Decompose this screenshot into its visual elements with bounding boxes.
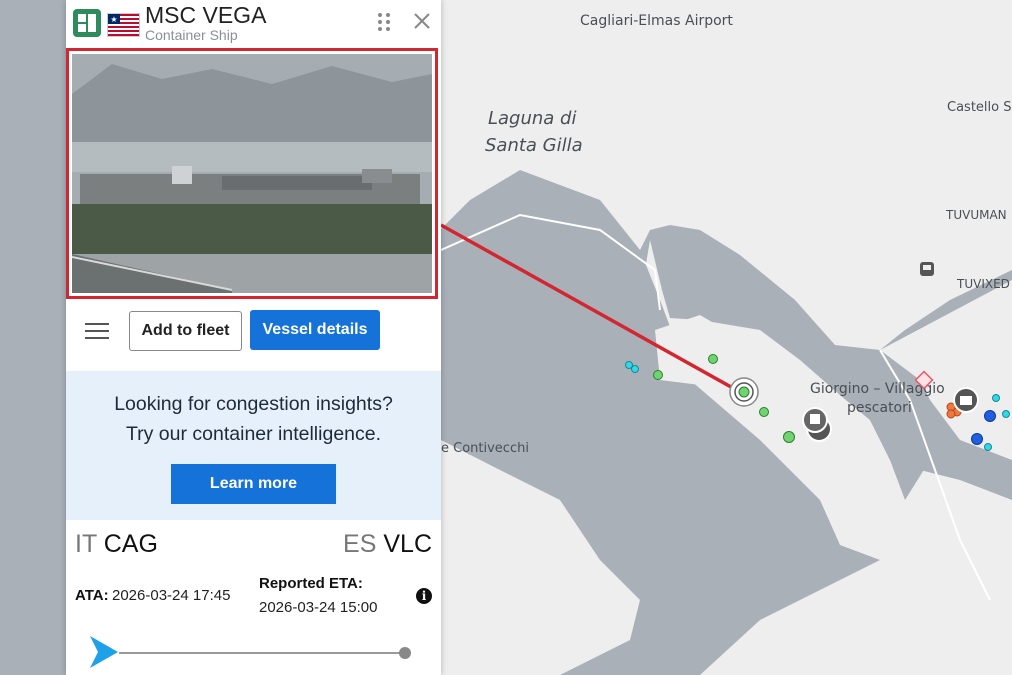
- departure-port: IT CAG: [75, 530, 158, 559]
- vessel-marker: [708, 354, 718, 364]
- vessel-marker: [759, 407, 769, 417]
- svg-text:★: ★: [110, 15, 117, 24]
- map-label-contivecchi: e Contivecchi: [441, 441, 529, 456]
- destination-port: ES VLC: [343, 530, 432, 559]
- close-icon[interactable]: [412, 11, 432, 31]
- map-label-pescatori: pescatori: [847, 400, 912, 416]
- learn-more-button[interactable]: Learn more: [171, 464, 336, 504]
- departure-country: IT: [75, 530, 97, 558]
- train-station-icon[interactable]: [920, 262, 934, 276]
- map-label-airport: Cagliari-Elmas Airport: [580, 13, 733, 29]
- vessel-marker: [783, 431, 795, 443]
- vessel-marker: [631, 365, 639, 373]
- map-label-tuvixed: TUVIXED: [956, 277, 1010, 291]
- vessel-marker: [984, 410, 996, 422]
- destination-country: ES: [343, 530, 377, 558]
- departure-port-code: CAG: [103, 530, 158, 558]
- ata-label: ATA:: [75, 587, 109, 604]
- vessel-info-panel: ★ MSC VEGA Container Ship Add to fleet V…: [66, 0, 441, 675]
- app-logo-icon[interactable]: [73, 9, 101, 37]
- add-to-fleet-button[interactable]: Add to fleet: [129, 311, 242, 351]
- promo-line-1: Looking for congestion insights?: [114, 393, 393, 415]
- liberia-flag-icon: ★: [107, 13, 140, 37]
- vessel-photo-frame[interactable]: [66, 48, 438, 299]
- promo-line-2: Try our container intelligence.: [125, 423, 382, 445]
- destination-port-code: VLC: [383, 530, 432, 558]
- map-label-santa-gilla: Santa Gilla: [485, 135, 583, 156]
- hamburger-menu-icon[interactable]: [85, 321, 109, 339]
- vessel-marker: [984, 443, 992, 451]
- ata-value: 2026-03-24 17:45: [112, 587, 231, 604]
- vessel-marker: [946, 409, 956, 419]
- port-cluster-icon[interactable]: [953, 387, 979, 413]
- voyage-progress-track: [119, 652, 404, 654]
- eta-label: Reported ETA:: [259, 575, 363, 592]
- selected-vessel-marker[interactable]: [729, 377, 759, 407]
- vessel-photo[interactable]: [72, 54, 432, 293]
- vessel-marker: [992, 394, 1000, 402]
- vessel-marker: [1002, 410, 1010, 418]
- map-label-castello: Castello S: [947, 100, 1011, 115]
- vessel-position-arrow-icon: [90, 636, 118, 668]
- vessel-type: Container Ship: [145, 27, 238, 43]
- map-label-laguna: Laguna di: [488, 108, 576, 129]
- land-southwest: [441, 440, 640, 675]
- eta-value: 2026-03-24 15:00: [259, 599, 378, 616]
- panel-header: ★ MSC VEGA Container Ship: [66, 0, 441, 46]
- info-icon[interactable]: i: [416, 588, 432, 604]
- vessel-details-button[interactable]: Vessel details: [250, 310, 380, 350]
- drag-handle-icon[interactable]: [376, 11, 392, 33]
- promo-box: Looking for congestion insights? Try our…: [66, 371, 441, 520]
- vessel-marker: [653, 370, 663, 380]
- vessel-name: MSC VEGA: [145, 2, 267, 28]
- vessel-marker: [971, 433, 983, 445]
- map-label-tuvuman: TUVUMAN: [945, 208, 1007, 222]
- action-bar: Add to fleet Vessel details: [66, 309, 441, 351]
- voyage-progress-end-dot: [399, 647, 411, 659]
